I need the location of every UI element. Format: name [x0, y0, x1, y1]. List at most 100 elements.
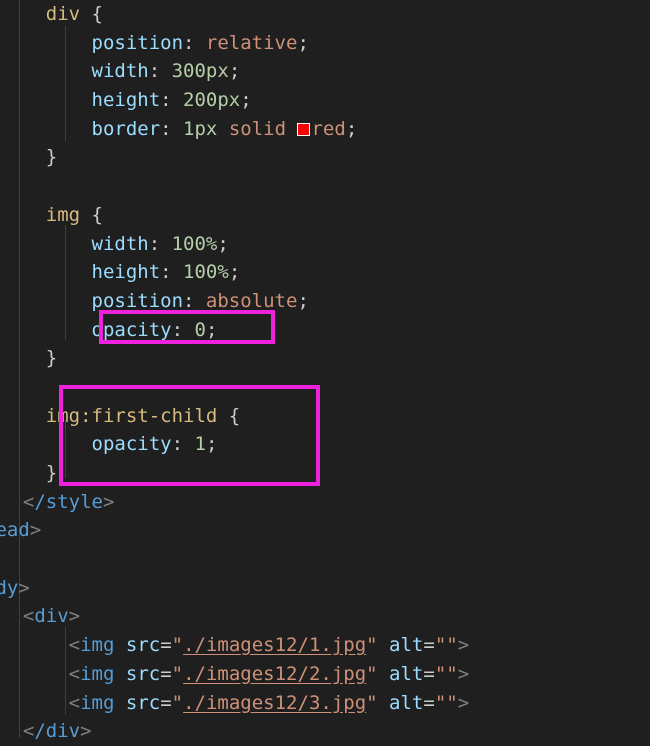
css-property-height-2: height [91, 261, 161, 284]
code-line-18[interactable]: </style> [0, 488, 650, 517]
html-attr-alt-2: alt [389, 662, 424, 685]
css-value-opacity-1: 1 [194, 433, 206, 456]
css-property-width-1: width [91, 60, 149, 83]
space-5b [286, 118, 297, 140]
angle-close-26: > [80, 720, 92, 743]
angle-close-25: > [457, 691, 470, 714]
code-line-5[interactable]: border: 1px solid red; [0, 115, 650, 144]
code-line-4[interactable]: height: 200px; [0, 86, 650, 115]
code-line-13[interactable]: } [0, 344, 650, 373]
code-line-21[interactable]: ody> [0, 574, 650, 603]
semicolon-12: ; [205, 318, 218, 341]
code-line-17-highlighted[interactable]: } [0, 459, 650, 488]
html-attr-src-3: src [125, 691, 161, 714]
code-line-9[interactable]: width: 100%; [0, 230, 650, 259]
code-line-11[interactable]: position: absolute; [0, 287, 650, 316]
semicolon-16: ; [205, 433, 218, 456]
html-tag-body-clipped: ody [0, 576, 19, 599]
css-value-relative: relative [205, 31, 298, 54]
html-tag-img-3: img [80, 691, 115, 714]
img-src-path-3[interactable]: ./images12/3.jpg [183, 692, 366, 714]
css-property-opacity-0: opacity [91, 318, 172, 341]
css-selector-img-first-child: img:first-child [45, 404, 218, 427]
css-value-solid: solid [228, 117, 287, 140]
angle-close-21: > [18, 576, 30, 599]
html-attr-src-1: src [125, 634, 161, 657]
semicolon-3: ; [228, 60, 241, 83]
img-src-path-2[interactable]: ./images12/2.jpg [183, 663, 366, 685]
angle-close-19: > [29, 519, 42, 542]
html-tag-style-close: /style [34, 490, 103, 513]
angle-open-24: < [68, 662, 81, 685]
colon-5: : [160, 117, 184, 140]
angle-close-18: > [102, 490, 115, 513]
css-value-width-100pct: 100% [171, 232, 218, 255]
equals-25b: = [423, 691, 435, 714]
space-24 [114, 663, 125, 685]
space-25b [378, 692, 389, 714]
css-property-width-2: width [91, 232, 149, 255]
code-line-12-highlighted[interactable]: opacity: 0; [0, 316, 650, 345]
code-line-7-blank[interactable] [0, 172, 650, 201]
code-line-26[interactable]: </div> [0, 717, 650, 746]
angle-open-18: < [22, 490, 35, 513]
code-line-24[interactable]: <img src="./images12/2.jpg" alt=""> [0, 660, 650, 689]
quote-open-23: " [171, 634, 184, 657]
semicolon-4: ; [240, 89, 252, 112]
html-attr-alt-1: alt [389, 634, 424, 657]
img-src-path-1[interactable]: ./images12/1.jpg [183, 634, 366, 656]
space-25 [114, 692, 125, 714]
css-property-border: border [91, 117, 161, 140]
semicolon-5: ; [345, 117, 358, 140]
semicolon-2: ; [297, 31, 309, 54]
code-line-16-highlighted[interactable]: opacity: 1; [0, 430, 650, 459]
equals-23: = [160, 634, 172, 657]
colon-9: : [148, 232, 172, 255]
code-line-10[interactable]: height: 100%; [0, 258, 650, 287]
angle-close-22: > [68, 605, 81, 628]
space-24b [378, 663, 389, 685]
code-line-25[interactable]: <img src="./images12/3.jpg" alt=""> [0, 689, 650, 718]
equals-25: = [160, 691, 172, 714]
color-swatch-icon[interactable] [297, 122, 311, 136]
css-value-200px: 200px [183, 89, 241, 112]
css-property-opacity-1: opacity [91, 433, 172, 456]
colon-10: : [160, 261, 184, 284]
angle-open-25: < [68, 691, 81, 714]
quote-open-24: " [171, 662, 184, 685]
code-line-22[interactable]: <div> [0, 602, 650, 631]
code-line-20-blank[interactable] [0, 545, 650, 574]
brace-close-3: } [45, 462, 58, 484]
quote-open-25: " [171, 691, 184, 714]
brace-open-2: { [80, 203, 103, 226]
html-tag-img-1: img [80, 634, 115, 657]
brace-open-3: { [217, 404, 241, 427]
css-selector-img: img [45, 203, 81, 226]
html-attr-alt-value-2: "" [434, 662, 458, 685]
space-23b [378, 634, 389, 656]
code-lines-container[interactable]: div { position: relative; width: 300px; … [0, 0, 650, 742]
code-editor-viewport[interactable]: div { position: relative; width: 300px; … [0, 0, 650, 742]
code-line-2[interactable]: position: relative; [0, 29, 650, 58]
brace-close-2: } [45, 347, 58, 370]
css-value-300px: 300px [171, 60, 229, 83]
colon-16: : [171, 433, 195, 456]
colon-2: : [183, 31, 206, 54]
css-property-position-2: position [91, 289, 184, 312]
angle-open-22: < [22, 605, 35, 628]
colon-12: : [171, 318, 195, 341]
code-line-23[interactable]: <img src="./images12/1.jpg" alt=""> [0, 631, 650, 660]
html-attr-alt-3: alt [389, 691, 424, 714]
code-line-14-blank[interactable] [0, 373, 650, 402]
angle-open-23: < [68, 634, 81, 657]
code-line-6[interactable]: } [0, 143, 650, 172]
angle-close-24: > [457, 662, 470, 685]
code-line-15-highlighted[interactable]: img:first-child { [0, 402, 650, 431]
css-property-position: position [91, 31, 184, 54]
code-line-19[interactable]: head> [0, 516, 650, 545]
code-line-8[interactable]: img { [0, 201, 650, 230]
code-line-1[interactable]: div { [0, 0, 650, 29]
equals-23b: = [423, 634, 435, 657]
code-line-3[interactable]: width: 300px; [0, 57, 650, 86]
semicolon-11: ; [297, 289, 309, 312]
